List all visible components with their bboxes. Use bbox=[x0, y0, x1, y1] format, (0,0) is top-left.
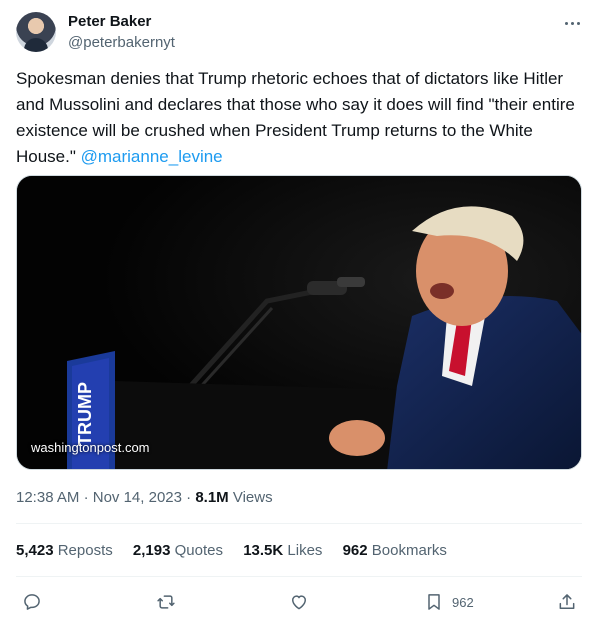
divider-top bbox=[16, 523, 582, 524]
like-button[interactable] bbox=[289, 588, 309, 616]
meta-separator: · bbox=[83, 489, 89, 506]
reposts-label: Reposts bbox=[57, 542, 113, 559]
quotes-stat[interactable]: 2,193 Quotes bbox=[133, 541, 223, 561]
retweet-button[interactable] bbox=[156, 588, 176, 616]
likes-label: Likes bbox=[287, 542, 323, 559]
mention-link[interactable]: @marianne_levine bbox=[81, 147, 223, 166]
tweet-time[interactable]: 12:38 AM bbox=[16, 489, 79, 506]
press-photo: TRUMP bbox=[17, 176, 581, 469]
share-icon bbox=[559, 594, 575, 609]
author-names: Peter Baker @peterbakernyt bbox=[68, 12, 175, 53]
divider-bottom bbox=[16, 576, 582, 577]
like-icon bbox=[292, 595, 306, 610]
reposts-stat[interactable]: 5,423 Reposts bbox=[16, 541, 113, 561]
tweet: Peter Baker @peterbakernyt Spokesman den… bbox=[0, 0, 598, 624]
bookmarks-count: 962 bbox=[342, 542, 368, 559]
reply-button[interactable] bbox=[22, 588, 42, 616]
bookmark-count: 962 bbox=[452, 594, 474, 610]
more-icon[interactable] bbox=[558, 12, 586, 34]
quotes-label: Quotes bbox=[174, 542, 224, 559]
bookmark-icon bbox=[428, 594, 440, 610]
tweet-media[interactable]: TRUMP washingtonpost.com bbox=[16, 175, 582, 470]
display-name[interactable]: Peter Baker bbox=[68, 12, 175, 32]
reposts-count: 5,423 bbox=[16, 542, 54, 559]
tweet-meta: 12:38 AM · Nov 14, 2023 · 8.1M Views bbox=[16, 488, 273, 508]
tweet-text: Spokesman denies that Trump rhetoric ech… bbox=[16, 66, 582, 170]
action-bar: 962 bbox=[16, 588, 582, 616]
likes-stat[interactable]: 13.5K Likes bbox=[243, 541, 322, 561]
meta-separator-2: · bbox=[186, 489, 192, 506]
likes-count: 13.5K bbox=[243, 542, 284, 559]
engagement-stats: 5,423 Reposts 2,193 Quotes 13.5K Likes 9… bbox=[16, 541, 463, 561]
views-label: Views bbox=[232, 489, 273, 506]
bookmarks-stat[interactable]: 962 Bookmarks bbox=[343, 541, 447, 561]
media-source-caption: washingtonpost.com bbox=[31, 440, 150, 455]
svg-text:TRUMP: TRUMP bbox=[75, 382, 95, 446]
reply-icon bbox=[24, 594, 40, 610]
handle[interactable]: @peterbakernyt bbox=[68, 33, 175, 53]
tweet-header: Peter Baker @peterbakernyt bbox=[16, 12, 586, 56]
bookmark-button[interactable]: 962 bbox=[424, 588, 474, 616]
avatar[interactable] bbox=[16, 12, 56, 52]
bookmarks-label: Bookmarks bbox=[371, 542, 447, 559]
share-button[interactable] bbox=[557, 588, 577, 616]
retweet-icon bbox=[157, 595, 175, 609]
quotes-count: 2,193 bbox=[132, 542, 171, 559]
tweet-date[interactable]: Nov 14, 2023 bbox=[93, 489, 182, 506]
views-count: 8.1M bbox=[195, 489, 229, 506]
